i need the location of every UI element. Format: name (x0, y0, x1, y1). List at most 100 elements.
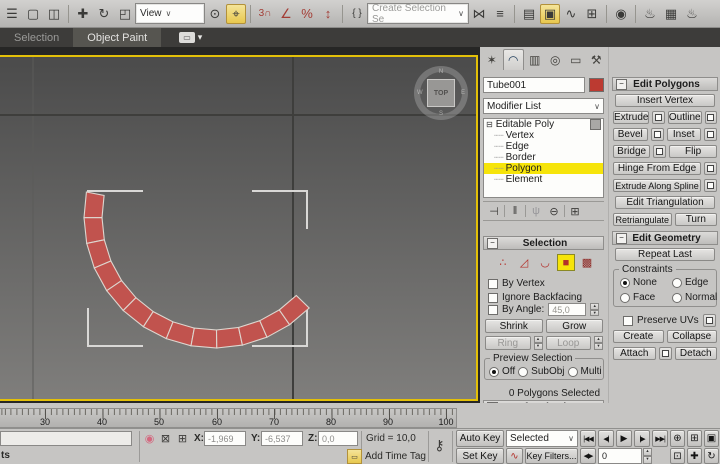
next-frame-button[interactable]: |▶ (634, 430, 650, 447)
selection-lock-icon[interactable]: ⊠ (158, 431, 173, 445)
stack-subobject-item[interactable]: ┄┄ Element (484, 174, 603, 185)
go-to-end-button[interactable]: ▶▶| (652, 430, 668, 447)
snap-toggle-3d-icon[interactable]: 3∩ (255, 4, 275, 24)
rectangular-selection-region-icon[interactable]: ▢ (23, 4, 43, 24)
render-production-icon[interactable]: ♨ (682, 4, 702, 24)
key-mode-toggle-button[interactable]: ◀▶ (580, 448, 596, 464)
attach-settings-icon[interactable] (659, 347, 672, 360)
stack-subobject-item[interactable]: ┄┄ Polygon (484, 163, 603, 174)
turn-button[interactable]: Turn (675, 213, 717, 226)
layer-manager-icon[interactable]: ▤ (519, 4, 539, 24)
edit-named-selection-sets-icon[interactable]: { } (347, 4, 367, 24)
viewcube[interactable]: TOP N S W E (414, 66, 468, 120)
x-coordinate-field[interactable]: -1,969 (204, 431, 246, 446)
bevel-button[interactable]: Bevel (613, 128, 648, 141)
loop-spinner[interactable]: ▲▼ (594, 336, 603, 350)
zoom-all-icon[interactable]: ⊞ (687, 430, 702, 447)
graphite-ribbon-toggle-icon[interactable]: ▣ (540, 4, 560, 24)
hierarchy-tab-icon[interactable]: ▥ (525, 49, 545, 70)
named-selection-set-combo[interactable]: Create Selection Se ∨ (368, 4, 468, 23)
preserve-uvs-settings-icon[interactable] (703, 314, 716, 327)
extrude-along-spline-settings-icon[interactable] (704, 179, 717, 192)
pan-icon[interactable]: ✚ (687, 448, 702, 464)
display-tab-icon[interactable]: ▭ (566, 49, 586, 70)
extrude-button[interactable]: Extrude (613, 111, 649, 124)
preview-off-radio[interactable] (489, 367, 499, 377)
vertex-subobject-icon[interactable]: ∴ (494, 254, 512, 271)
modify-tab-icon[interactable]: ◠ (503, 49, 525, 70)
constraint-face-radio[interactable] (620, 293, 630, 303)
attach-button[interactable]: Attach (613, 347, 656, 360)
stack-item-editable-poly[interactable]: ⊟ Editable Poly (484, 119, 603, 130)
preview-multi-radio[interactable] (568, 367, 578, 377)
outline-button[interactable]: Outline (668, 111, 702, 124)
spinner-snap-icon[interactable]: ↕ (318, 4, 338, 24)
tab-object-paint[interactable]: Object Paint (73, 28, 161, 47)
bevel-settings-icon[interactable] (651, 128, 664, 141)
reference-coordinate-dropdown[interactable]: View ∨ (136, 4, 204, 23)
utilities-tab-icon[interactable]: ⚒ (587, 49, 607, 70)
element-subobject-icon[interactable]: ▩ (578, 254, 596, 271)
constraint-none-radio[interactable] (620, 278, 630, 288)
hinge-from-edge-button[interactable]: Hinge From Edge (613, 162, 701, 175)
selection-rollout-header[interactable]: − Selection (483, 236, 604, 250)
mirror-icon[interactable]: ⋈ (469, 4, 489, 24)
collapse-minus-icon[interactable]: ⊟ (486, 119, 493, 130)
constraint-normal-option[interactable]: Normal (672, 292, 717, 303)
zoom-extents-icon[interactable]: ▣ (704, 430, 719, 447)
motion-tab-icon[interactable]: ◎ (546, 49, 566, 70)
insert-vertex-button[interactable]: Insert Vertex (615, 94, 715, 107)
play-button[interactable]: ▶ (616, 430, 632, 447)
auto-key-button[interactable]: Auto Key (456, 430, 504, 447)
tube-polygon-segment[interactable] (84, 192, 104, 218)
percent-snap-icon[interactable]: % (297, 4, 317, 24)
shrink-button[interactable]: Shrink (485, 319, 543, 333)
polygon-subobject-icon[interactable]: ■ (557, 254, 575, 271)
extrude-settings-icon[interactable] (652, 111, 664, 124)
object-color-swatch[interactable] (589, 78, 604, 92)
modifier-list-dropdown[interactable]: Modifier List ∨ (483, 98, 604, 114)
stack-subobject-item[interactable]: ┄┄ Vertex (484, 130, 603, 141)
constraint-face-option[interactable]: Face (620, 292, 655, 303)
curve-editor-icon[interactable]: ∿ (561, 4, 581, 24)
bridge-settings-icon[interactable] (653, 145, 666, 158)
preview-multi-option[interactable]: Multi (568, 366, 602, 377)
viewport-canvas[interactable]: TOP N S W E (0, 55, 478, 401)
detach-button[interactable]: Detach (675, 347, 718, 360)
preview-off-option[interactable]: Off (489, 366, 515, 377)
render-setup-icon[interactable]: ♨ (640, 4, 660, 24)
hinge-settings-icon[interactable] (704, 162, 717, 175)
by-angle-field[interactable]: 45,0 (548, 303, 586, 316)
edit-polygons-rollout-header[interactable]: − Edit Polygons (612, 77, 718, 91)
ring-spinner[interactable]: ▲▼ (534, 336, 543, 350)
grow-button[interactable]: Grow (546, 319, 604, 333)
absolute-offset-toggle-icon[interactable]: ⊞ (175, 431, 190, 445)
time-tag-icon[interactable]: ▭ (347, 449, 362, 464)
outline-settings-icon[interactable] (705, 111, 717, 124)
flip-button[interactable]: Flip (669, 145, 717, 158)
stack-subobject-item[interactable]: ┄┄ Border (484, 152, 603, 163)
by-angle-checkbox[interactable] (488, 305, 498, 315)
stack-subobject-item[interactable]: ┄┄ Edge (484, 141, 603, 152)
tube-selected-polygons[interactable] (84, 192, 309, 348)
retriangulate-button[interactable]: Retriangulate (613, 213, 672, 226)
extrude-along-spline-button[interactable]: Extrude Along Spline (613, 179, 701, 192)
preserve-uvs-checkbox[interactable] (623, 316, 633, 326)
preview-subobj-radio[interactable] (518, 367, 528, 377)
zoom-region-icon[interactable]: ⊡ (670, 448, 685, 464)
window-crossing-icon[interactable]: ◫ (44, 4, 64, 24)
ignore-backfacing-checkbox[interactable] (488, 293, 498, 303)
edit-geometry-rollout-header[interactable]: − Edit Geometry (612, 231, 718, 245)
zoom-viewport-icon[interactable]: ⊕ (670, 430, 685, 447)
material-editor-icon[interactable]: ◉ (611, 4, 631, 24)
create-button[interactable]: Create (613, 330, 664, 343)
viewcube-top-face[interactable]: TOP (427, 79, 455, 107)
pin-stack-icon[interactable]: ⊣ (486, 204, 502, 218)
selection-set-key-dropdown[interactable]: Selected ∨ (506, 430, 578, 447)
go-to-start-button[interactable]: |◀◀ (580, 430, 596, 447)
use-pivot-center-icon[interactable]: ⊙ (205, 4, 225, 24)
loop-button[interactable]: Loop (546, 336, 592, 350)
default-in-out-tangents-icon[interactable]: ∿ (506, 448, 523, 464)
create-tab-icon[interactable]: ✶ (482, 49, 502, 70)
current-frame-field[interactable]: 0 (598, 448, 642, 464)
